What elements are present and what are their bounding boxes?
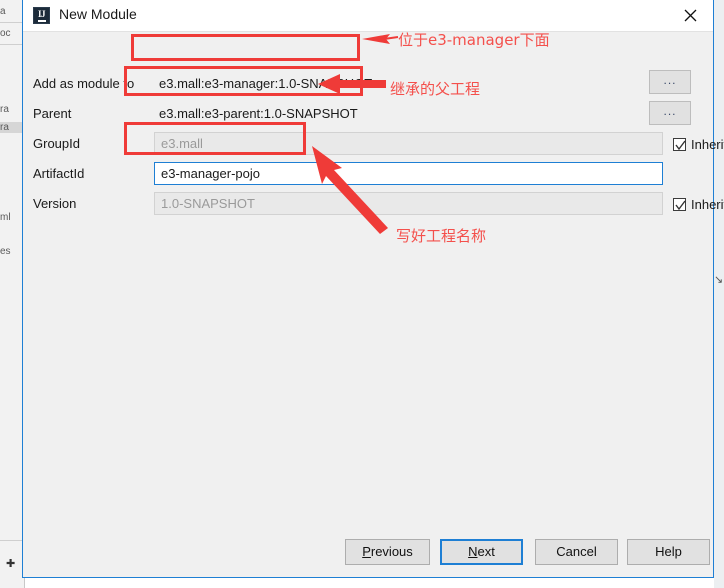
logo-text: IJ xyxy=(37,9,46,19)
previous-label: revious xyxy=(370,544,413,559)
label-parent: Parent xyxy=(33,106,72,121)
next-button[interactable]: Next xyxy=(440,539,523,565)
ide-text-fragment: ml xyxy=(0,212,11,223)
ide-status-glyph: ✚ xyxy=(6,558,16,570)
ide-text-fragment-selected: ra xyxy=(0,122,24,133)
group-id-inherit-label: Inherit xyxy=(691,137,724,152)
logo-underline xyxy=(37,20,46,22)
ide-text-fragment: a xyxy=(0,6,6,17)
artifact-id-input[interactable]: e3-manager-pojo xyxy=(154,162,663,185)
ide-text-fragment: oc xyxy=(0,28,11,39)
resize-handle-glyph: ↘ xyxy=(714,274,724,286)
dialog-titlebar[interactable]: IJ New Module xyxy=(23,0,713,32)
version-inherit-label: Inherit xyxy=(691,197,724,212)
group-id-inherit-checkbox[interactable]: Inherit xyxy=(673,137,724,152)
next-label: ext xyxy=(477,544,495,559)
label-group-id: GroupId xyxy=(33,136,80,151)
new-module-dialog: IJ New Module Add as module to e3.mall:e… xyxy=(22,0,724,578)
cancel-button[interactable]: Cancel xyxy=(535,539,618,565)
version-input[interactable]: 1.0-SNAPSHOT xyxy=(154,192,663,215)
browse-button-add-as-module-to[interactable]: ... xyxy=(649,70,691,94)
intellij-logo-icon: IJ xyxy=(33,7,50,24)
label-add-as-module-to: Add as module to xyxy=(33,76,135,91)
dialog-button-bar: Previous Next Cancel Help xyxy=(23,529,713,577)
close-icon[interactable] xyxy=(668,0,713,30)
ide-divider xyxy=(0,22,24,23)
version-inherit-checkbox[interactable]: Inherit xyxy=(673,197,724,212)
combo-parent-value[interactable]: e3.mall:e3-parent:1.0-SNAPSHOT xyxy=(159,106,358,122)
help-button[interactable]: Help xyxy=(627,539,710,565)
module-form: Add as module to e3.mall:e3-manager:1.0-… xyxy=(23,32,724,528)
checkbox-checked-icon xyxy=(673,138,686,151)
ide-text-fragment: es xyxy=(0,246,11,257)
label-artifact-id: ArtifactId xyxy=(33,166,85,181)
label-version: Version xyxy=(33,196,77,211)
next-mnemonic: N xyxy=(468,544,478,559)
previous-button[interactable]: Previous xyxy=(345,539,430,565)
ide-divider xyxy=(0,540,24,541)
ide-right-panel-strip: ↘ xyxy=(714,0,724,588)
ide-text-fragment: ra xyxy=(0,104,9,115)
checkbox-checked-icon xyxy=(673,198,686,211)
browse-button-parent[interactable]: ... xyxy=(649,101,691,125)
group-id-input[interactable]: e3.mall xyxy=(154,132,663,155)
dialog-title: New Module xyxy=(59,6,137,22)
previous-mnemonic: P xyxy=(362,544,371,559)
combo-add-as-module-to-value[interactable]: e3.mall:e3-manager:1.0-SNAPSHOT xyxy=(159,76,372,92)
ide-divider xyxy=(0,44,24,45)
